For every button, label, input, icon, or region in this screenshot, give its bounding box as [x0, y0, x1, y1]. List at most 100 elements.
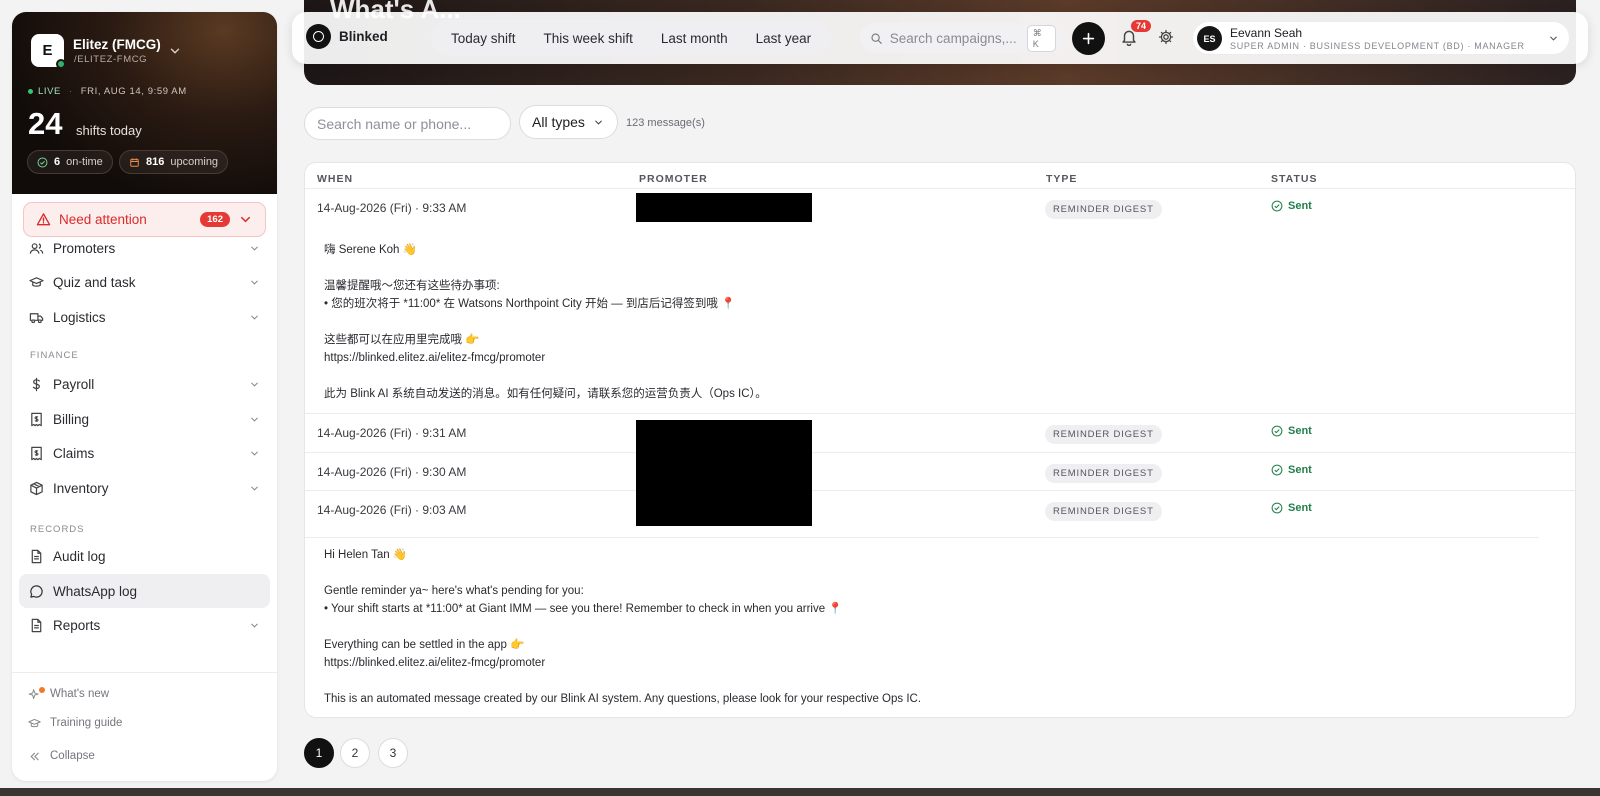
sidebar-item-payroll[interactable]: Payroll	[19, 367, 270, 401]
sidebar-divider	[12, 672, 277, 673]
upcoming-label: upcoming	[170, 156, 219, 168]
range-this-week-shift[interactable]: This week shift	[530, 31, 647, 46]
collapse-button[interactable]: Collapse	[28, 745, 95, 767]
live-label: LIVE	[38, 86, 61, 97]
chevron-down-icon	[251, 280, 258, 285]
ontime-label: on-time	[66, 156, 103, 168]
gear-icon[interactable]	[1158, 29, 1174, 45]
document-icon	[31, 549, 42, 563]
table-row[interactable]: 14-Aug-2026 (Fri) · 9:03 AM REMINDER DIG…	[305, 490, 1575, 529]
ontime-pill[interactable]: 6 on-time	[27, 150, 113, 174]
sidebar-item-inventory[interactable]: Inventory	[19, 471, 270, 505]
chevron-down-icon	[251, 315, 258, 320]
upcoming-count: 816	[146, 156, 165, 168]
row-status-label: Sent	[1288, 425, 1312, 437]
sidebar-item-audit-log[interactable]: Audit log	[19, 539, 270, 573]
sidebar-item-label: WhatsApp log	[53, 583, 138, 599]
message-line: • Your shift starts at *11:00* at Giant …	[324, 603, 843, 615]
top-navbar: Blinked Today shift This week shift Last…	[292, 12, 1588, 64]
message-line: 温馨提醒哦～您还有这些待办事项:	[324, 280, 500, 292]
chevron-down-icon	[251, 451, 258, 456]
column-header-status: STATUS	[1271, 173, 1318, 185]
column-header-when: WHEN	[317, 173, 354, 185]
sidebar-item-label: Logistics	[53, 309, 106, 325]
users-icon	[29, 242, 44, 254]
message-link[interactable]: https://blinked.elitez.ai/elitez-fmcg/pr…	[324, 654, 1539, 672]
sidebar-item-label: Inventory	[53, 480, 109, 496]
row-status: Sent	[1271, 502, 1312, 514]
row-when: 14-Aug-2026 (Fri) · 9:33 AM	[317, 201, 467, 215]
receipt-icon	[31, 446, 42, 460]
sidebar-hero: E Elitez (FMCG) /ELITEZ-FMCG LIVE · FRI,…	[12, 12, 277, 194]
org-slug: /ELITEZ-FMCG	[74, 54, 148, 65]
sidebar-item-reports[interactable]: Reports	[19, 608, 270, 642]
chevron-down-icon	[1550, 36, 1557, 41]
message-line: Gentle reminder ya~ here's what's pendin…	[324, 585, 584, 597]
table-row[interactable]: 14-Aug-2026 (Fri) · 9:31 AM REMINDER DIG…	[305, 413, 1575, 452]
type-filter-select[interactable]: All types	[519, 105, 618, 139]
training-guide-link[interactable]: Training guide	[28, 712, 122, 734]
upcoming-pill[interactable]: 816 upcoming	[119, 150, 229, 174]
message-line: 嗨 Serene Koh 👋	[324, 244, 417, 256]
message-link[interactable]: https://blinked.elitez.ai/elitez-fmcg/pr…	[324, 349, 767, 367]
sidebar-item-label: Audit log	[53, 548, 106, 564]
check-circle-icon	[1271, 200, 1283, 212]
sidebar: E Elitez (FMCG) /ELITEZ-FMCG LIVE · FRI,…	[12, 12, 277, 781]
range-last-year[interactable]: Last year	[742, 31, 826, 46]
org-status-dot	[56, 59, 66, 69]
sidebar-item-quiz-and-task[interactable]: Quiz and task	[19, 265, 270, 299]
sidebar-item-whatsapp-log[interactable]: WhatsApp log	[19, 574, 270, 608]
range-today-shift[interactable]: Today shift	[437, 31, 530, 46]
page-1-button[interactable]: 1	[304, 738, 334, 768]
section-finance: FINANCE	[30, 350, 79, 361]
row-status: Sent	[1271, 464, 1312, 476]
shifts-label: shifts today	[76, 123, 142, 138]
sidebar-item-label: Quiz and task	[53, 274, 136, 290]
double-chevron-left-icon	[30, 752, 39, 760]
calendar-icon	[130, 157, 139, 167]
row-type-badge: REMINDER DIGEST	[1045, 464, 1162, 483]
user-menu[interactable]: ES Eevann Seah SUPER ADMIN · BUSINESS DE…	[1192, 21, 1570, 55]
sidebar-item-label: Promoters	[53, 240, 116, 256]
check-circle-icon	[1271, 425, 1283, 437]
plus-icon	[1082, 32, 1095, 45]
table-row[interactable]: 14-Aug-2026 (Fri) · 9:30 AM REMINDER DIG…	[305, 452, 1575, 491]
sidebar-item-logistics[interactable]: Logistics	[19, 300, 270, 334]
message-line: This is an automated message created by …	[324, 693, 922, 705]
range-last-month[interactable]: Last month	[647, 31, 742, 46]
sidebar-item-promoters[interactable]: Promoters	[19, 231, 270, 265]
warning-triangle-icon	[36, 213, 51, 226]
campaign-search[interactable]: ⌘ K	[860, 23, 1066, 53]
chevron-down-icon	[251, 623, 258, 628]
sidebar-item-label: Reports	[53, 617, 101, 633]
row-when: 14-Aug-2026 (Fri) · 9:30 AM	[317, 465, 467, 479]
need-attention-badge: 162	[200, 212, 230, 227]
row-status-label: Sent	[1288, 200, 1312, 212]
sidebar-item-claims[interactable]: Claims	[19, 436, 270, 470]
dollar-icon	[32, 377, 40, 391]
org-name[interactable]: Elitez (FMCG)	[73, 37, 161, 52]
row-status: Sent	[1271, 425, 1312, 437]
name-phone-search-input[interactable]	[304, 107, 511, 140]
live-indicator: LIVE · FRI, AUG 14, 9:59 AM	[28, 86, 187, 97]
expanded-message-en: Hi Helen Tan 👋 Gentle reminder ya~ here'…	[305, 537, 1539, 708]
redacted-promoter	[636, 420, 812, 526]
column-header-type: TYPE	[1046, 173, 1078, 185]
campaign-search-input[interactable]	[889, 30, 1020, 46]
chevron-down-icon	[251, 486, 258, 491]
message-line: • 您的班次将于 *11:00* 在 Watsons Northpoint Ci…	[324, 298, 736, 310]
ontime-count: 6	[54, 156, 61, 168]
table-row[interactable]: 14-Aug-2026 (Fri) · 9:33 AM REMINDER DIG…	[305, 188, 1575, 227]
message-count: 123 message(s)	[626, 117, 705, 129]
collapse-label: Collapse	[50, 750, 95, 762]
add-button[interactable]	[1072, 22, 1105, 55]
org-switcher-chevron-icon[interactable]	[168, 44, 182, 58]
row-type-badge: REMINDER DIGEST	[1045, 502, 1162, 521]
page-2-button[interactable]: 2	[340, 738, 370, 768]
sidebar-item-billing[interactable]: Billing	[19, 402, 270, 436]
whats-new-link[interactable]: What's new	[28, 683, 109, 705]
page-3-button[interactable]: 3	[378, 738, 408, 768]
message-line: 这些都可以在应用里完成哦 👉	[324, 334, 480, 346]
brand[interactable]: Blinked	[306, 24, 388, 49]
truck-icon	[29, 312, 44, 323]
